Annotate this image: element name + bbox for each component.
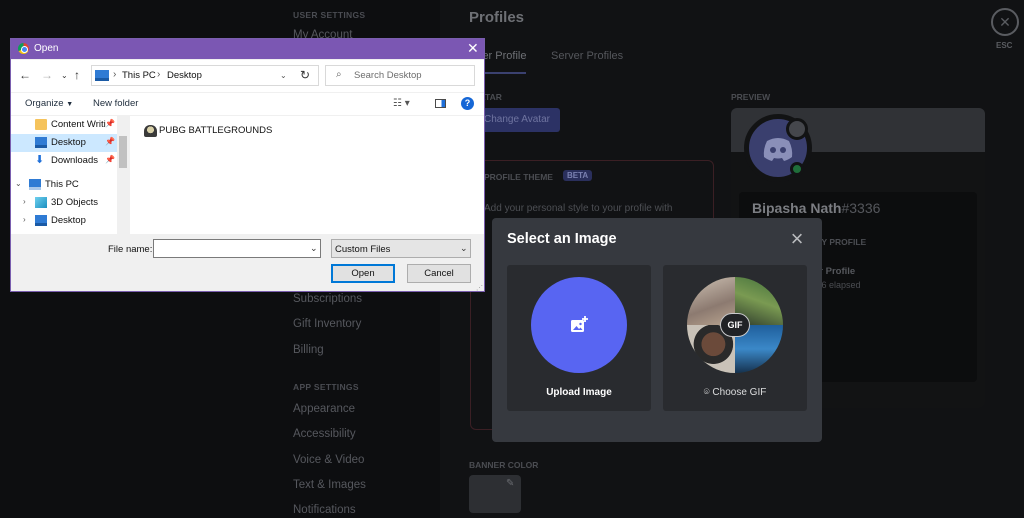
cube-icon <box>35 197 47 208</box>
chevron-right-icon: › <box>113 69 117 80</box>
nav-accessibility[interactable]: Accessibility <box>293 428 356 440</box>
help-icon[interactable]: ? <box>461 97 474 110</box>
organize-button[interactable]: Organize ▼ <box>25 98 73 109</box>
file-list: PUBG BATTLEGROUNDS <box>130 116 484 234</box>
change-view-icon[interactable]: ☷ ▾ <box>393 98 410 109</box>
file-type-value: Custom Files <box>335 244 391 255</box>
computer-icon <box>95 70 109 81</box>
nav-gift-inventory[interactable]: Gift Inventory <box>293 318 361 330</box>
nav-notifications[interactable]: Notifications <box>293 504 356 516</box>
nav-voice-video[interactable]: Voice & Video <box>293 454 364 466</box>
tree-item-this-pc[interactable]: ⌄ This PC <box>11 176 117 194</box>
dialog-title: Open <box>34 43 59 54</box>
edit-avatar-icon <box>786 118 808 140</box>
search-icon: ⌕ <box>336 69 342 80</box>
scrollbar-thumb[interactable] <box>119 136 127 168</box>
open-file-dialog: Open ✕ ← → ⌄ ↑ › This PC › Desktop ⌄ ↻ ⌕… <box>10 38 485 292</box>
folder-icon <box>35 119 47 130</box>
tree-item-desktop-pinned[interactable]: Desktop 📌 <box>11 134 117 152</box>
dialog-footer: File name: ⌄ Custom Files ⌄ Open Cancel <box>11 235 484 291</box>
eyedropper-icon: ✎ <box>506 478 515 489</box>
page-title: Profiles <box>469 9 525 26</box>
close-icon[interactable]: × <box>788 228 806 250</box>
chevron-right-icon: › <box>157 69 161 80</box>
file-name: PUBG BATTLEGROUNDS <box>159 125 273 136</box>
upload-image-label: Upload Image <box>546 387 612 398</box>
navigation-pane: Content Writi 📌 Desktop 📌 ⬇ Downloads 📌 … <box>11 116 129 234</box>
new-folder-button[interactable]: New folder <box>93 98 138 109</box>
chevron-down-icon[interactable]: ⌄ <box>310 243 318 254</box>
banner-color-label: BANNER COLOR <box>469 460 539 470</box>
address-bar[interactable]: › This PC › Desktop ⌄ <box>91 65 319 86</box>
upload-image-circle <box>531 277 627 373</box>
recent-locations-icon[interactable]: ⌄ <box>61 71 68 80</box>
nav-text-images[interactable]: Text & Images <box>293 479 366 491</box>
dialog-close-button[interactable]: ✕ <box>467 40 479 57</box>
add-image-icon <box>571 316 588 332</box>
chevron-down-icon[interactable]: ⌄ <box>15 179 22 188</box>
dialog-navbar: ← → ⌄ ↑ › This PC › Desktop ⌄ ↻ ⌕ Search… <box>11 60 484 92</box>
app-settings-header: APP SETTINGS <box>293 382 359 392</box>
file-name-label: File name: <box>108 244 153 255</box>
choose-gif-option[interactable]: GIF ⌾ Choose GIF <box>663 265 807 411</box>
cancel-button[interactable]: Cancel <box>407 264 471 283</box>
download-icon: ⬇ <box>35 154 45 166</box>
dialog-toolbar: Organize ▼ New folder ☷ ▾ ? <box>11 93 484 115</box>
search-placeholder: Search Desktop <box>354 70 422 81</box>
tree-item-desktop[interactable]: › Desktop <box>11 212 117 230</box>
pin-icon: 📌 <box>105 119 115 128</box>
desktop-icon <box>35 137 47 148</box>
nav-appearance[interactable]: Appearance <box>293 403 355 415</box>
file-type-select[interactable]: Custom Files ⌄ <box>331 239 471 258</box>
profile-theme-label: PROFILE THEME <box>484 172 553 182</box>
modal-title: Select an Image <box>507 231 617 247</box>
back-arrow-icon[interactable]: ← <box>19 68 31 82</box>
chrome-icon <box>18 43 29 54</box>
file-name-input[interactable]: ⌄ <box>153 239 321 258</box>
beta-badge: BETA <box>563 170 593 181</box>
preview-pane-icon[interactable] <box>435 99 446 108</box>
breadcrumb-desktop[interactable]: Desktop <box>167 70 202 81</box>
online-status-icon <box>790 162 804 176</box>
refresh-icon[interactable]: ↻ <box>292 65 319 86</box>
forward-arrow-icon[interactable]: → <box>41 68 53 82</box>
select-image-modal: Select an Image × Upload Image GIF ⌾ Cho… <box>492 218 822 442</box>
game-shortcut-icon <box>144 125 157 137</box>
open-button[interactable]: Open <box>331 264 395 283</box>
chevron-down-icon: ⌄ <box>460 243 468 253</box>
user-settings-header: USER SETTINGS <box>293 10 366 20</box>
close-settings-button[interactable]: ✕ <box>991 8 1019 36</box>
preview-label: PREVIEW <box>731 92 771 102</box>
tree-item-3d-objects[interactable]: › 3D Objects <box>11 194 117 212</box>
gif-badge: GIF <box>720 313 750 337</box>
upload-image-option[interactable]: Upload Image <box>507 265 651 411</box>
profile-theme-description: Add your personal style to your profile … <box>484 203 673 214</box>
computer-icon <box>29 179 41 190</box>
preview-username: Bipasha Nath#3336 <box>752 200 881 216</box>
gif-preview-circle: GIF <box>687 277 783 373</box>
breadcrumb-this-pc[interactable]: This PC <box>122 70 156 81</box>
chevron-down-icon[interactable]: ⌄ <box>280 71 287 80</box>
nav-subscriptions[interactable]: Subscriptions <box>293 293 362 305</box>
pin-icon: 📌 <box>105 137 115 146</box>
tree-item-content-writing[interactable]: Content Writi 📌 <box>11 116 117 134</box>
chevron-right-icon[interactable]: › <box>23 197 26 206</box>
dialog-titlebar[interactable]: Open ✕ <box>11 39 484 59</box>
esc-label: ESC <box>996 41 1013 50</box>
nav-billing[interactable]: Billing <box>293 344 324 356</box>
desktop-icon <box>35 215 47 226</box>
resize-grip-icon[interactable]: ⋰ <box>476 284 483 292</box>
tree-item-downloads[interactable]: ⬇ Downloads 📌 <box>11 152 117 170</box>
choose-gif-label: ⌾ Choose GIF <box>703 387 767 398</box>
chevron-right-icon[interactable]: › <box>23 215 26 224</box>
search-input[interactable]: ⌕ Search Desktop <box>325 65 475 86</box>
tree-scrollbar[interactable] <box>117 116 129 234</box>
pin-icon: 📌 <box>105 155 115 164</box>
up-arrow-icon[interactable]: ↑ <box>74 68 80 82</box>
tab-server-profiles[interactable]: Server Profiles <box>551 50 623 62</box>
